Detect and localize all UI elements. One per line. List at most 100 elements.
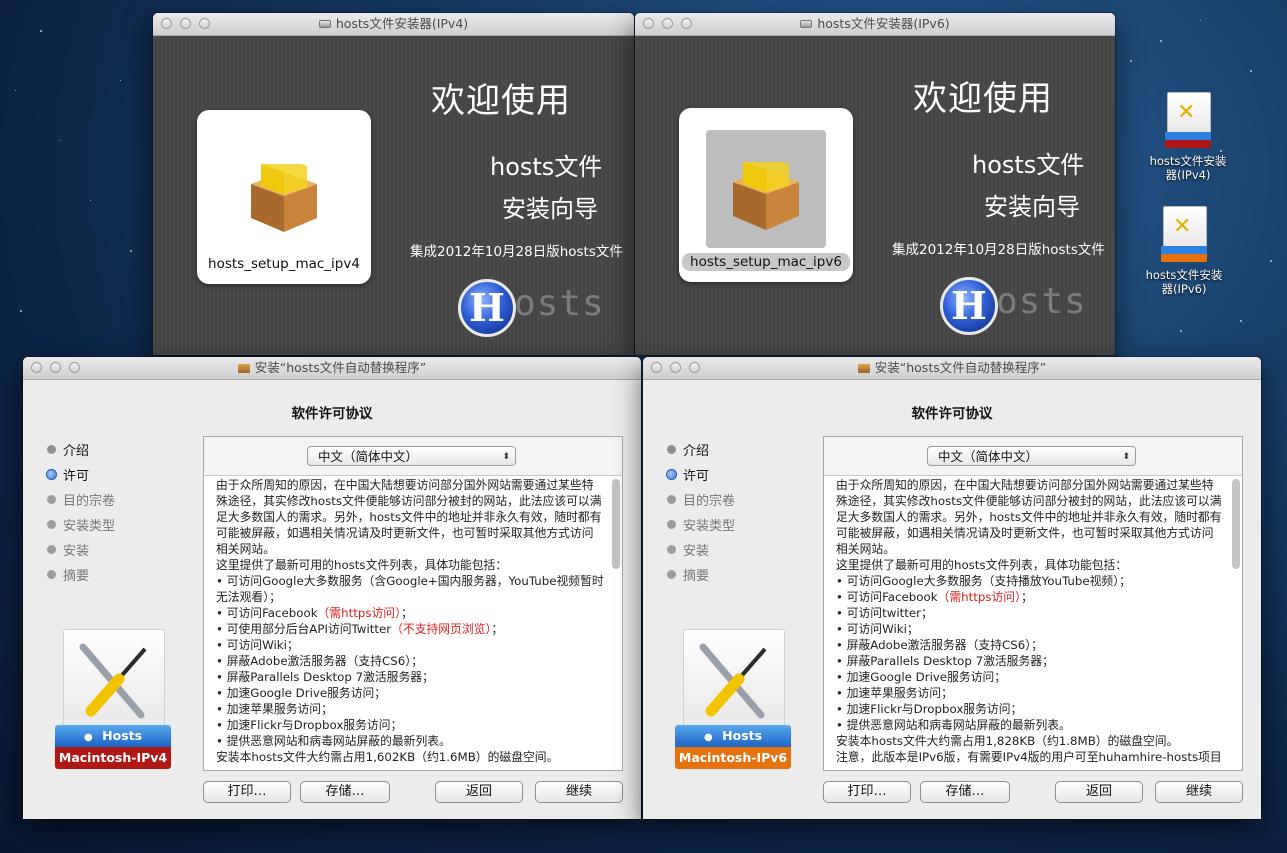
scrollbar[interactable] — [1232, 479, 1240, 569]
close-button[interactable] — [643, 18, 654, 29]
save-button[interactable]: 存储… — [920, 781, 1010, 803]
back-button[interactable]: 返回 — [435, 781, 523, 803]
step-label: 摘要 — [63, 569, 90, 584]
step-item: 介绍 — [47, 437, 115, 462]
license-panel: 中文（简体中文） ⬍ 由于众所周知的原因，在中国大陆想要访问部分国外网站需要通过某… — [823, 436, 1243, 771]
welcome-heading: 欢迎使用 — [431, 81, 571, 121]
step-item: 摘要 — [47, 562, 115, 587]
back-button[interactable]: 返回 — [1055, 781, 1143, 803]
package-icon — [706, 130, 826, 248]
step-label: 目的宗卷 — [683, 494, 736, 509]
desktop-icon-ipv6[interactable]: ✕ hosts文件安装器(IPv6) — [1143, 206, 1225, 296]
license-paragraph: • 屏蔽Adobe激活服务器（支持CS6）； — [216, 654, 423, 668]
scrollbar[interactable] — [612, 479, 620, 569]
minimize-button[interactable] — [662, 18, 673, 29]
title-bar[interactable]: 安装“hosts文件自动替换程序” — [643, 357, 1261, 380]
step-dot-icon — [667, 520, 676, 529]
license-paragraph: 由于众所周知的原因，在中国大陆想要访问部分国外网站需要通过某些特殊途径，其实修改… — [836, 478, 1222, 556]
license-paragraph: • 可访问Google大多数服务（支持播放YouTube视频）； — [836, 574, 1131, 588]
continue-button[interactable]: 继续 — [1155, 781, 1243, 803]
star — [1160, 40, 1162, 42]
package-item[interactable]: hosts_setup_mac_ipv6 — [679, 108, 853, 282]
save-button[interactable]: 存储… — [300, 781, 390, 803]
star — [120, 80, 121, 81]
minimize-button[interactable] — [50, 362, 61, 373]
step-dot-icon — [47, 570, 56, 579]
badge-hosts: ● Hosts — [55, 725, 171, 747]
desktop-icon-ipv4[interactable]: ✕ hosts文件安装器(IPv4) — [1147, 92, 1229, 182]
chevron-updown-icon: ⬍ — [1122, 452, 1130, 462]
license-paragraph: • 可访问Facebook（需https访问）； — [216, 606, 413, 620]
package-item[interactable]: hosts_setup_mac_ipv4 — [197, 110, 371, 284]
welcome-heading: 欢迎使用 — [913, 79, 1053, 119]
step-dot-icon — [47, 545, 56, 554]
hosts-logo-icon: H — [940, 277, 998, 335]
version-note: 集成2012年10月28日版hosts文件 — [410, 244, 623, 260]
license-paragraph: 安装本hosts文件大约需占用1,828KB（约1.8MB）的磁盘空间。 — [836, 734, 1179, 748]
dmg-window-ipv4: hosts文件安装器(IPv4) hosts_setup_mac_ipv4 欢迎… — [153, 13, 634, 355]
page-heading: 软件许可协议 — [911, 406, 993, 422]
license-paragraph: • 提供恶意网站和病毒网站屏蔽的最新列表。 — [216, 734, 451, 748]
license-paragraph: • 屏蔽Parallels Desktop 7激活服务器； — [216, 670, 434, 684]
step-label: 摘要 — [683, 569, 710, 584]
step-list: 介绍 许可 目的宗卷 安装类型 安装 摘要 — [667, 437, 735, 587]
license-paragraph: 这里提供了最新可用的hosts文件列表，具体功能包括： — [216, 558, 508, 572]
hosts-logo-text: osts — [514, 283, 605, 324]
language-bar: 中文（简体中文） ⬍ — [204, 437, 622, 476]
star — [20, 310, 22, 312]
license-paragraph: • 屏蔽Adobe激活服务器（支持CS6）； — [836, 638, 1043, 652]
star — [1240, 320, 1242, 322]
zoom-button[interactable] — [681, 18, 692, 29]
step-label: 安装类型 — [63, 519, 116, 534]
language-select[interactable]: 中文（简体中文） ⬍ — [927, 446, 1136, 466]
star — [90, 200, 91, 201]
print-button[interactable]: 打印… — [203, 781, 291, 803]
step-label: 介绍 — [63, 444, 90, 459]
minimize-button[interactable] — [180, 18, 191, 29]
step-label: 介绍 — [683, 444, 710, 459]
license-paragraph: • 屏蔽Parallels Desktop 7激活服务器； — [836, 654, 1054, 668]
zoom-button[interactable] — [69, 362, 80, 373]
step-item: 目的宗卷 — [667, 487, 735, 512]
zoom-button[interactable] — [199, 18, 210, 29]
license-paragraph: • 可访问Wiki； — [216, 638, 299, 652]
license-text[interactable]: 由于众所周知的原因，在中国大陆想要访问部分国外网站需要通过某些特殊途径，其实修改… — [216, 477, 604, 770]
package-icon — [857, 363, 870, 373]
step-item: 介绍 — [667, 437, 735, 462]
step-dot-icon — [47, 495, 56, 504]
license-paragraph: 这里提供了最新可用的hosts文件列表，具体功能包括： — [836, 558, 1128, 572]
title-bar[interactable]: 安装“hosts文件自动替换程序” — [23, 357, 641, 380]
title-bar[interactable]: hosts文件安装器(IPv4) — [153, 13, 634, 36]
step-label: 安装 — [683, 544, 710, 559]
print-button[interactable]: 打印… — [823, 781, 911, 803]
window-title: hosts文件安装器(IPv4) — [335, 16, 469, 31]
close-button[interactable] — [161, 18, 172, 29]
license-text[interactable]: 由于众所周知的原因，在中国大陆想要访问部分国外网站需要通过某些特殊途径，其实修改… — [836, 477, 1224, 770]
license-paragraph: • 可访问twitter； — [836, 606, 933, 620]
star — [130, 250, 132, 252]
installer-window: 安装“hosts文件自动替换程序” 软件许可协议 介绍 许可 目的宗卷 安装类型 安装摘… — [643, 357, 1261, 819]
title-bar[interactable]: hosts文件安装器(IPv6) — [635, 13, 1115, 36]
star — [60, 140, 61, 141]
close-button[interactable] — [651, 362, 662, 373]
package-name: hosts_setup_mac_ipv6 — [679, 253, 853, 271]
step-item: 目的宗卷 — [47, 487, 115, 512]
license-paragraph: • 可访问Google大多数服务（含Google+国内服务器，YouTube视频… — [216, 574, 604, 604]
license-paragraph: • 可访问Facebook（需https访问）； — [836, 590, 1033, 604]
license-paragraph: • 加速Google Drive服务访问； — [216, 686, 387, 700]
step-list: 介绍 许可 目的宗卷 安装类型 安装 摘要 — [47, 437, 115, 587]
language-select[interactable]: 中文（简体中文） ⬍ — [307, 446, 516, 466]
minimize-button[interactable] — [670, 362, 681, 373]
license-paragraph: • 加速苹果服务访问； — [216, 702, 333, 716]
close-button[interactable] — [31, 362, 42, 373]
step-dot-icon — [47, 470, 56, 479]
step-dot-icon — [667, 570, 676, 579]
zoom-button[interactable] — [689, 362, 700, 373]
package-icon — [237, 363, 250, 373]
step-dot-icon — [667, 470, 676, 479]
continue-button[interactable]: 继续 — [535, 781, 623, 803]
star — [15, 90, 16, 91]
desktop-icon-label: hosts文件安装器(IPv4) — [1149, 154, 1227, 182]
license-paragraph: • 可访问Wiki； — [836, 622, 919, 636]
step-dot-icon — [47, 445, 56, 454]
